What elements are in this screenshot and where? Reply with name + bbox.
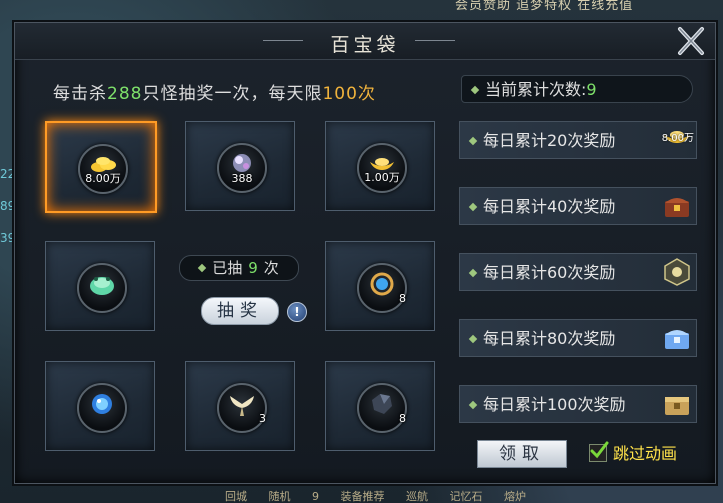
reward-qty: 8.00万 [661, 133, 694, 144]
bottom-item-random[interactable]: 随机 [269, 490, 291, 503]
diamond-bullet-icon [468, 334, 478, 344]
diamond-bullet-icon [468, 400, 478, 410]
prize-qty: 1.00万 [364, 171, 400, 184]
prize-orb: 8 [357, 263, 407, 313]
skip-animation-label: 跳过动画 [613, 444, 678, 463]
reward-row-40[interactable]: 每日累计40次奖励 [459, 187, 697, 225]
prize-orb: 388 [217, 143, 267, 193]
current-count-pill: 当前累计次数:9 [461, 75, 693, 103]
prize-slot[interactable]: 3 [185, 361, 295, 451]
side-number: 39 [0, 231, 16, 245]
reward-label: 每日累计100次奖励 [483, 395, 626, 414]
prize-slot[interactable]: 388 [185, 121, 295, 211]
prize-orb [77, 263, 127, 313]
skip-animation-toggle[interactable]: 跳过动画 [589, 441, 678, 465]
current-count-label: 当前累计次数: [485, 80, 587, 99]
side-number: 89 [0, 199, 16, 213]
rule-suffix: 次 [357, 84, 376, 104]
prize-slot[interactable]: 1.00万 [325, 121, 435, 211]
diamond-bullet-icon [468, 268, 478, 278]
drawn-label: 已抽 [212, 259, 243, 277]
side-numbers: 22 89 39 [0, 158, 16, 254]
diamond-bullet-icon [468, 202, 478, 212]
bottom-action-bar: 回城 随机 9 装备推荐 巡航 记忆石 熔炉 [225, 491, 723, 503]
diamond-bullet-icon [197, 263, 207, 273]
prize-qty: 8 [399, 412, 406, 425]
claim-button[interactable]: 领取 [477, 440, 567, 468]
diamond-bullet-icon [470, 85, 480, 95]
bottom-item-count: 9 [312, 490, 319, 503]
reward-row-100[interactable]: 每日累计100次奖励 [459, 385, 697, 423]
gold-chest-icon [662, 389, 692, 419]
bottom-item-return[interactable]: 回城 [225, 490, 247, 503]
prize-orb: 1.00万 [357, 143, 407, 193]
bottom-item-furnace[interactable]: 熔炉 [504, 490, 526, 503]
prize-orb: 8 [357, 383, 407, 433]
current-count-value: 9 [586, 80, 597, 99]
reward-label: 每日累计40次奖励 [483, 197, 616, 216]
reward-row-20[interactable]: 每日累计20次奖励 8.00万 [459, 121, 697, 159]
rule-limit: 100 [322, 84, 358, 104]
prize-qty: 8.00万 [85, 172, 121, 185]
prize-slot[interactable] [45, 241, 155, 331]
red-treasure-chest-icon [662, 191, 692, 221]
diamond-bullet-icon [468, 136, 478, 146]
reward-row-80[interactable]: 每日累计80次奖励 [459, 319, 697, 357]
close-icon [678, 27, 704, 55]
silver-ornate-chest-icon [662, 257, 692, 287]
bottom-item-equipment[interactable]: 装备推荐 [341, 490, 385, 503]
prize-qty: 8 [399, 292, 406, 305]
prize-qty: 388 [231, 172, 253, 185]
reward-label: 每日累计20次奖励 [483, 131, 616, 150]
treasure-bag-panel: 百宝袋 每击杀288只怪抽奖一次，每天限100次 8.00万 388 1.00万 [14, 22, 716, 484]
gold-ingot-icon: 8.00万 [662, 125, 694, 155]
reward-label: 每日累计80次奖励 [483, 329, 616, 348]
rule-kills: 288 [107, 84, 143, 104]
prize-slot[interactable] [45, 361, 155, 451]
title-bar: 百宝袋 [15, 23, 715, 60]
side-number: 22 [0, 167, 16, 181]
draw-button[interactable]: 抽奖 [201, 297, 279, 325]
top-menu-bar[interactable]: 会员赞助 追梦特权 在线充值 [455, 0, 723, 14]
title-ornament-right [415, 40, 455, 41]
panel-title: 百宝袋 [330, 34, 400, 56]
crystal-chest-icon [662, 323, 692, 353]
info-icon[interactable]: ! [287, 302, 307, 322]
jade-frog-icon [90, 277, 114, 295]
checkmark-icon [590, 441, 609, 459]
draw-rule-text: 每击杀288只怪抽奖一次，每天限100次 [53, 79, 376, 104]
blue-orb-icon [92, 394, 112, 414]
drawn-count-pill: 已抽 9 次 [179, 255, 299, 281]
reward-row-60[interactable]: 每日累计60次奖励 [459, 253, 697, 291]
reward-label: 每日累计60次奖励 [483, 263, 616, 282]
drawn-count: 9 [248, 259, 258, 277]
rule-middle: 只怪抽奖一次，每天限 [142, 84, 323, 104]
rule-prefix: 每击杀 [53, 84, 107, 104]
bottom-item-cruise[interactable]: 巡航 [406, 490, 428, 503]
checkbox[interactable] [589, 441, 609, 462]
prize-slot[interactable]: 8 [325, 361, 435, 451]
prize-orb: 8.00万 [78, 144, 128, 194]
prize-orb [77, 383, 127, 433]
prize-qty: 3 [259, 412, 266, 425]
prize-slot[interactable]: 8 [325, 241, 435, 331]
drawn-suffix: 次 [263, 259, 279, 277]
bottom-item-memory-stone[interactable]: 记忆石 [450, 490, 483, 503]
close-button[interactable] [675, 25, 707, 57]
prize-orb: 3 [217, 383, 267, 433]
prize-slot[interactable]: 8.00万 [45, 121, 157, 213]
